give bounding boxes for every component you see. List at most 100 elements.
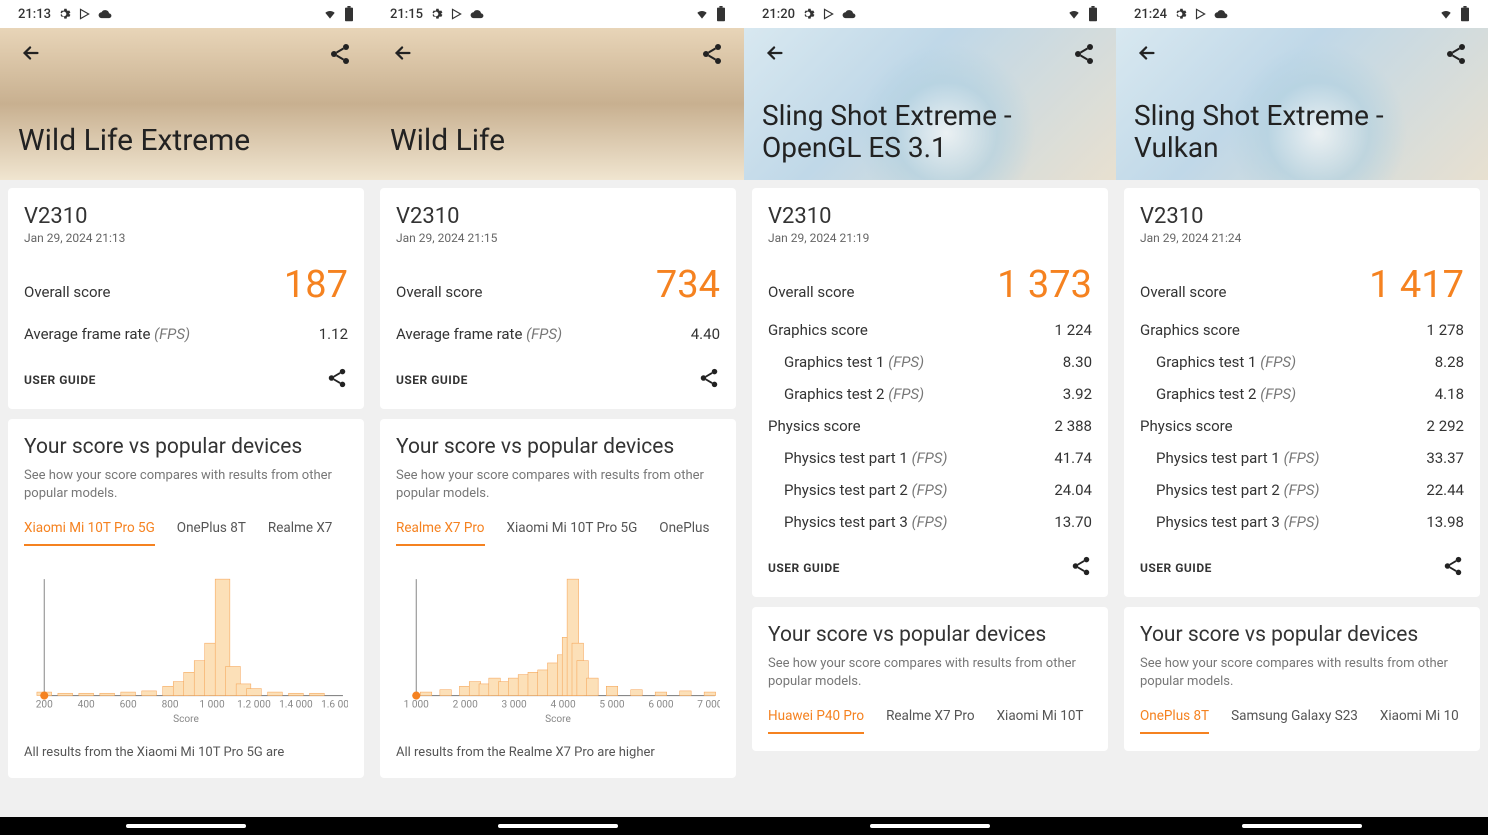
device-tab[interactable]: Xiaomi Mi 10T Pro 5G [24,520,155,546]
svg-text:4 000: 4 000 [550,700,576,711]
benchmark-title: Sling Shot Extreme - OpenGL ES 3.1 [762,100,1092,164]
metric-label: Physics test part 2 (FPS) [1156,481,1320,499]
device-tab[interactable]: Samsung Galaxy S23 [1231,708,1358,734]
svg-text:1.2 000: 1.2 000 [237,700,271,711]
benchmark-title: Sling Shot Extreme - Vulkan [1134,100,1464,164]
svg-text:1.4 000: 1.4 000 [279,700,313,711]
screen-1: 21:15 Wild Life V2310Jan 29, 2024 21:15Ove… [372,0,744,835]
content: V2310Jan 29, 2024 21:13Overall score187A… [0,180,372,835]
benchmark-header: Wild Life [372,28,744,180]
device-tab[interactable]: Xiaomi Mi 10T [997,708,1084,734]
android-navbar[interactable] [744,817,1116,835]
overall-label: Overall score [396,283,482,301]
timestamp: Jan 29, 2024 21:24 [1140,231,1464,245]
benchmark-header: Sling Shot Extreme - OpenGL ES 3.1 [744,28,1116,180]
statusbar: 21:20 [744,0,1116,28]
status-time: 21:15 [390,7,423,22]
overall-label: Overall score [1140,283,1226,301]
share-icon[interactable] [326,367,348,393]
compare-title: Your score vs popular devices [396,435,720,459]
chart-footer: All results from the Realme X7 Pro are h… [396,745,720,762]
share-icon[interactable] [700,42,724,70]
score-card: V2310Jan 29, 2024 21:13Overall score187A… [8,188,364,409]
share-icon[interactable] [1444,42,1468,70]
compare-title: Your score vs popular devices [1140,623,1464,647]
compare-subtitle: See how your score compares with results… [24,467,348,502]
metric-label: Average frame rate (FPS) [396,325,562,343]
device-name: V2310 [768,204,1092,229]
share-icon[interactable] [1070,555,1092,581]
device-tab[interactable]: Xiaomi Mi 10 [1380,708,1459,734]
metric-value: 2 292 [1427,417,1464,435]
share-icon[interactable] [328,42,352,70]
metric-value: 1.12 [319,325,348,343]
device-tab[interactable]: Realme X7 Pro [396,520,485,546]
score-card: V2310Jan 29, 2024 21:15Overall score734A… [380,188,736,409]
device-tab[interactable]: Realme X7 Pro [886,708,975,734]
device-name: V2310 [24,204,348,229]
back-icon[interactable] [1136,42,1158,70]
device-tab[interactable]: OnePlus 8T [1140,708,1209,734]
compare-title: Your score vs popular devices [768,623,1092,647]
content: V2310Jan 29, 2024 21:24Overall score1 41… [1116,180,1488,835]
svg-text:2 000: 2 000 [453,700,479,711]
benchmark-title: Wild Life Extreme [18,124,250,159]
android-navbar[interactable] [372,817,744,835]
user-guide-link[interactable]: USER GUIDE [24,373,96,387]
svg-text:1 000: 1 000 [199,700,225,711]
overall-label: Overall score [24,283,110,301]
device-tabs: Xiaomi Mi 10T Pro 5G OnePlus 8T Realme X7 [24,520,348,547]
svg-text:7 000: 7 000 [697,700,720,711]
metric-value: 33.37 [1426,449,1464,467]
device-tab[interactable]: OnePlus [659,520,709,546]
user-guide-link[interactable]: USER GUIDE [1140,561,1212,575]
metric-value: 24.04 [1054,481,1092,499]
screen-2: 21:20 Sling Shot Extreme - OpenGL ES 3.1 V… [744,0,1116,835]
overall-score: 187 [284,263,348,307]
benchmark-title: Wild Life [390,124,505,159]
timestamp: Jan 29, 2024 21:19 [768,231,1092,245]
back-icon[interactable] [764,42,786,70]
metric-value: 1 224 [1055,321,1092,339]
user-guide-link[interactable]: USER GUIDE [768,561,840,575]
svg-text:200: 200 [36,700,53,711]
metric-label: Physics test part 1 (FPS) [1156,449,1320,467]
metric-value: 41.74 [1054,449,1092,467]
user-guide-link[interactable]: USER GUIDE [396,373,468,387]
share-icon[interactable] [1442,555,1464,581]
metric-value: 3.92 [1063,385,1092,403]
metric-label: Graphics test 2 (FPS) [784,385,924,403]
statusbar: 21:15 [372,0,744,28]
metric-value: 8.28 [1435,353,1464,371]
device-name: V2310 [1140,204,1464,229]
share-icon[interactable] [1072,42,1096,70]
svg-text:1.6 000: 1.6 000 [321,700,348,711]
device-tab[interactable]: OnePlus 8T [177,520,246,546]
status-time: 21:20 [762,7,795,22]
back-icon[interactable] [20,42,42,70]
compare-card: Your score vs popular devices See how you… [752,607,1108,751]
device-tab[interactable]: Xiaomi Mi 10T Pro 5G [507,520,638,546]
device-name: V2310 [396,204,720,229]
android-navbar[interactable] [0,817,372,835]
metric-value: 22.44 [1426,481,1464,499]
benchmark-header: Sling Shot Extreme - Vulkan [1116,28,1488,180]
status-time: 21:24 [1134,7,1167,22]
share-icon[interactable] [698,367,720,393]
device-tab[interactable]: Huawei P40 Pro [768,708,864,734]
back-icon[interactable] [392,42,414,70]
android-navbar[interactable] [1116,817,1488,835]
compare-card: Your score vs popular devicesSee how you… [1124,607,1480,751]
compare-title: Your score vs popular devices [24,435,348,459]
overall-score: 1 373 [997,263,1092,307]
svg-text:1 000: 1 000 [404,700,430,711]
compare-subtitle: See how your score compares with results… [768,655,1092,690]
metric-value: 4.40 [691,325,720,343]
metric-label: Graphics score [1140,321,1240,339]
device-tab[interactable]: Realme X7 [268,520,333,546]
metric-value: 4.18 [1435,385,1464,403]
score-histogram: 2004006008001 0001.2 0001.4 0001.6 000Sc… [24,565,348,735]
metric-label: Average frame rate (FPS) [24,325,190,343]
metric-value: 13.70 [1054,513,1092,531]
benchmark-header: Wild Life Extreme [0,28,372,180]
